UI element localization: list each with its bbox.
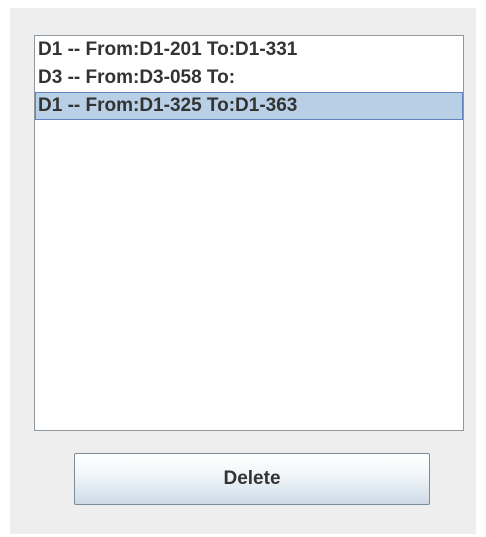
entry-list[interactable]: D1 -- From:D1-201 To:D1-331 D3 -- From:D… xyxy=(34,35,464,431)
list-item-selected[interactable]: D1 -- From:D1-325 To:D1-363 xyxy=(35,92,463,120)
delete-button[interactable]: Delete xyxy=(74,453,430,505)
dialog-panel: D1 -- From:D1-201 To:D1-331 D3 -- From:D… xyxy=(10,8,476,534)
list-item[interactable]: D3 -- From:D3-058 To: xyxy=(35,64,463,92)
list-item[interactable]: D1 -- From:D1-201 To:D1-331 xyxy=(35,36,463,64)
